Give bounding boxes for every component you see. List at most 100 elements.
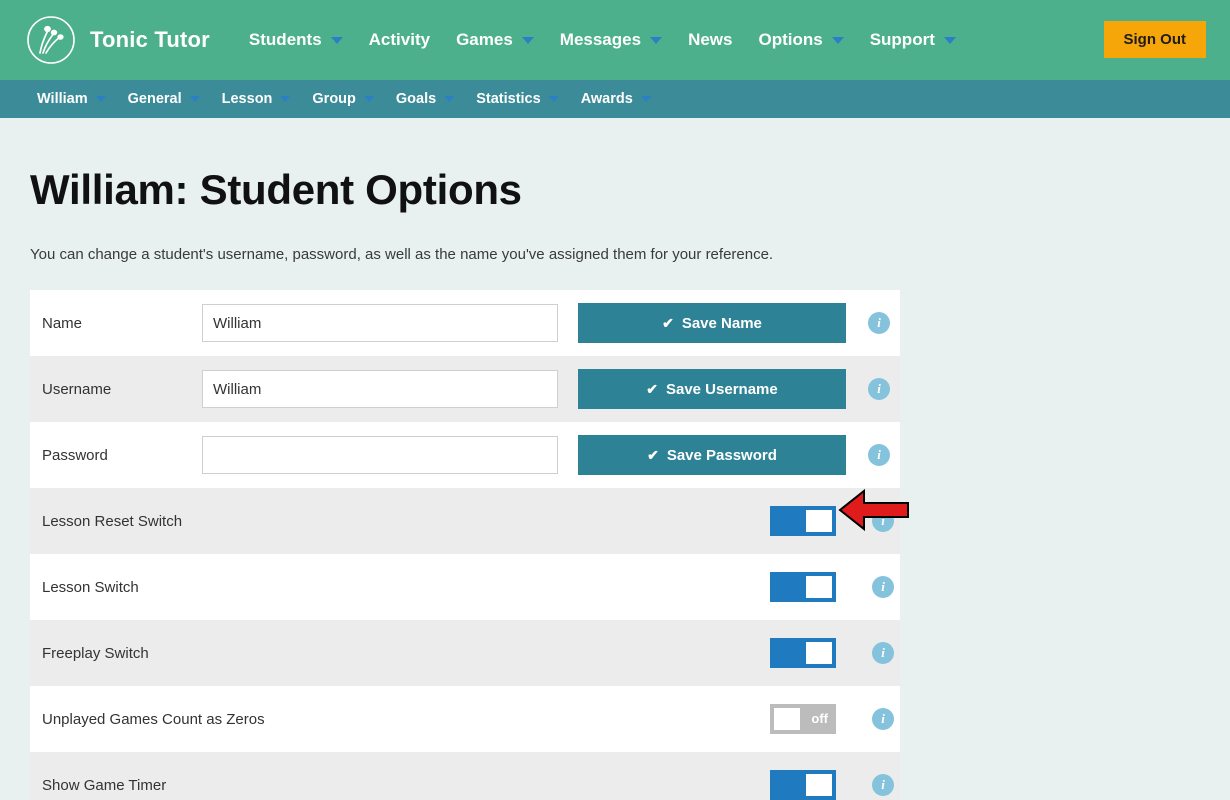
chevron-down-icon bbox=[521, 36, 534, 44]
nav-label: Support bbox=[869, 30, 935, 49]
name-input[interactable] bbox=[202, 304, 558, 342]
subnav-label: Awards bbox=[580, 91, 633, 107]
chevron-down-icon bbox=[280, 96, 291, 102]
subnav-label: General bbox=[127, 91, 182, 107]
info-icon[interactable]: i bbox=[872, 774, 894, 796]
toggle-cell-freeplay-switch bbox=[770, 638, 862, 668]
toggle-off-label: off bbox=[811, 711, 828, 726]
row-label-unplayed-games-count-as-zeros: Unplayed Games Count as Zeros bbox=[42, 710, 265, 728]
subnav-item-lesson[interactable]: Lesson bbox=[211, 91, 302, 107]
toggle-unplayed-games-count-as-zeros[interactable]: off bbox=[770, 704, 836, 734]
info-cell-freeplay-switch: i bbox=[862, 642, 904, 664]
toggle-cell-lesson-reset-switch bbox=[770, 506, 862, 536]
chevron-down-icon bbox=[831, 36, 844, 44]
save-password-cell: ✔ Save Password bbox=[578, 435, 858, 475]
tonic-tutor-logo-icon[interactable] bbox=[26, 15, 76, 65]
chevron-down-icon bbox=[943, 36, 956, 44]
subnav-item-goals[interactable]: Goals bbox=[385, 91, 465, 107]
table-row-lesson-reset-switch: Lesson Reset Switch i bbox=[30, 488, 900, 554]
check-icon: ✔ bbox=[662, 315, 674, 331]
info-cell-password: i bbox=[858, 444, 900, 466]
subnav-item-general[interactable]: General bbox=[117, 91, 211, 107]
table-row-lesson-switch: Lesson Switch i bbox=[30, 554, 900, 620]
save-name-cell: ✔ Save Name bbox=[578, 303, 858, 343]
nav-item-messages[interactable]: Messages bbox=[547, 30, 675, 50]
row-label-password: Password bbox=[42, 446, 108, 464]
toggle-freeplay-switch[interactable] bbox=[770, 638, 836, 668]
nav-label: News bbox=[688, 30, 733, 49]
subnav-label: Group bbox=[312, 91, 356, 107]
subnav-label: Statistics bbox=[476, 91, 541, 107]
subnav-item-william[interactable]: William bbox=[26, 91, 117, 107]
check-icon: ✔ bbox=[646, 381, 658, 397]
toggle-lesson-switch[interactable] bbox=[770, 572, 836, 602]
info-cell-show-game-timer: i bbox=[862, 774, 904, 796]
toggle-show-game-timer[interactable] bbox=[770, 770, 836, 800]
toggle-knob bbox=[806, 576, 832, 598]
subnav-label: Goals bbox=[395, 91, 437, 107]
toggle-knob bbox=[774, 708, 800, 730]
save-username-label: Save Username bbox=[665, 380, 778, 398]
subnav-item-awards[interactable]: Awards bbox=[570, 91, 662, 107]
subnav-item-group[interactable]: Group bbox=[301, 91, 385, 107]
brand-title[interactable]: Tonic Tutor bbox=[90, 27, 210, 53]
nav-item-games[interactable]: Games bbox=[443, 30, 547, 50]
info-icon[interactable]: i bbox=[872, 708, 894, 730]
password-input[interactable] bbox=[202, 436, 558, 474]
username-input-cell bbox=[202, 370, 578, 408]
chevron-down-icon bbox=[640, 96, 651, 102]
chevron-down-icon bbox=[330, 36, 343, 44]
chevron-down-icon bbox=[189, 96, 200, 102]
nav-item-news[interactable]: News bbox=[675, 30, 745, 50]
toggle-knob bbox=[806, 642, 832, 664]
nav-item-activity[interactable]: Activity bbox=[356, 30, 443, 50]
check-icon: ✔ bbox=[647, 447, 659, 463]
table-row-password: Password ✔ Save Password i bbox=[30, 422, 900, 488]
row-label-freeplay-switch: Freeplay Switch bbox=[42, 644, 149, 662]
nav-label: Messages bbox=[559, 30, 642, 49]
main-navigation: Students Activity Games Messages News Op… bbox=[236, 30, 969, 50]
save-name-label: Save Name bbox=[681, 314, 762, 332]
top-header: Tonic Tutor Students Activity Games Mess… bbox=[0, 0, 1230, 80]
info-cell-unplayed-games-count-as-zeros: i bbox=[862, 708, 904, 730]
info-icon[interactable]: i bbox=[868, 312, 890, 334]
save-name-button[interactable]: ✔ Save Name bbox=[578, 303, 846, 343]
toggle-knob bbox=[806, 510, 832, 532]
info-icon[interactable]: i bbox=[872, 642, 894, 664]
info-icon[interactable]: i bbox=[872, 576, 894, 598]
info-cell-username: i bbox=[858, 378, 900, 400]
table-row-name: Name ✔ Save Name i bbox=[30, 290, 900, 356]
chevron-down-icon bbox=[650, 36, 663, 44]
username-input[interactable] bbox=[202, 370, 558, 408]
sign-out-button[interactable]: Sign Out bbox=[1103, 21, 1206, 58]
chevron-down-icon bbox=[363, 96, 374, 102]
table-row-show-game-timer: Show Game Timer i bbox=[30, 752, 900, 800]
subnav-item-statistics[interactable]: Statistics bbox=[465, 91, 569, 107]
info-icon[interactable]: i bbox=[872, 510, 894, 532]
info-icon[interactable]: i bbox=[868, 378, 890, 400]
save-password-label: Save Password bbox=[666, 446, 777, 464]
info-icon[interactable]: i bbox=[868, 444, 890, 466]
nav-item-options[interactable]: Options bbox=[745, 30, 856, 50]
info-cell-lesson-switch: i bbox=[862, 576, 904, 598]
name-input-cell bbox=[202, 304, 578, 342]
toggle-cell-lesson-switch bbox=[770, 572, 862, 602]
page-description: You can change a student's username, pas… bbox=[30, 246, 774, 263]
table-row-unplayed-games-count-as-zeros: Unplayed Games Count as Zeros off i bbox=[30, 686, 900, 752]
chevron-down-icon bbox=[548, 96, 559, 102]
page-title: William: Student Options bbox=[30, 166, 522, 213]
row-label-show-game-timer: Show Game Timer bbox=[42, 776, 167, 794]
toggle-lesson-reset-switch[interactable] bbox=[770, 506, 836, 536]
toggle-cell-unplayed-games-count-as-zeros: off bbox=[770, 704, 862, 734]
row-label-username: Username bbox=[42, 380, 112, 398]
student-options-panel: Name ✔ Save Name i Username ✔ bbox=[30, 290, 900, 800]
nav-item-support[interactable]: Support bbox=[857, 30, 969, 50]
row-label-lesson-reset-switch: Lesson Reset Switch bbox=[42, 512, 183, 530]
nav-item-students[interactable]: Students bbox=[236, 30, 356, 50]
row-label-lesson-switch: Lesson Switch bbox=[42, 578, 139, 596]
save-username-cell: ✔ Save Username bbox=[578, 369, 858, 409]
save-username-button[interactable]: ✔ Save Username bbox=[578, 369, 846, 409]
info-cell-lesson-reset-switch: i bbox=[862, 510, 904, 532]
chevron-down-icon bbox=[444, 96, 455, 102]
save-password-button[interactable]: ✔ Save Password bbox=[578, 435, 846, 475]
